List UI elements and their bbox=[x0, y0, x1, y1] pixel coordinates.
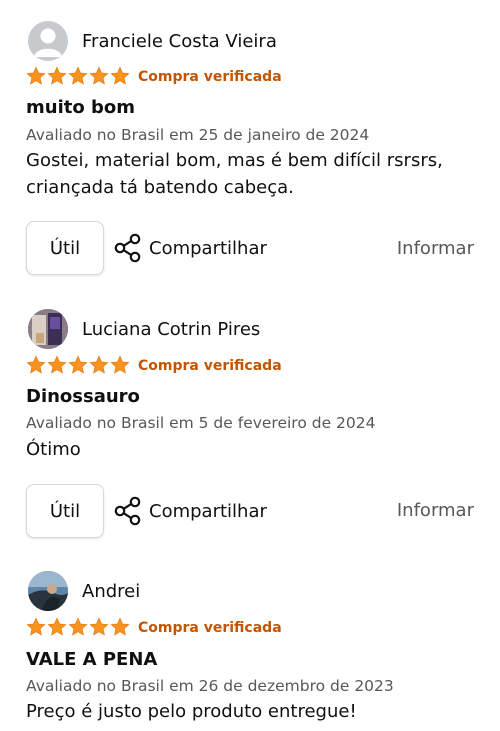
review-text: Preço é justo pelo produto entregue! bbox=[26, 701, 357, 722]
share-button[interactable]: Compartilhar bbox=[114, 228, 267, 268]
helpful-button[interactable]: Útil bbox=[26, 484, 104, 538]
review-date: Avaliado no Brasil em 25 de janeiro de 2… bbox=[26, 126, 370, 144]
verified-purchase-badge: Compra verificada bbox=[138, 620, 282, 636]
profile-photo-icon bbox=[28, 571, 68, 611]
star-icon bbox=[110, 66, 130, 85]
report-link[interactable]: Informar bbox=[397, 238, 474, 259]
report-link[interactable]: Informar bbox=[397, 500, 474, 521]
star-icon bbox=[68, 355, 88, 374]
reviewer-avatar[interactable] bbox=[28, 309, 68, 349]
reviewer-avatar[interactable] bbox=[28, 571, 68, 611]
review-title: Dinossauro bbox=[26, 386, 140, 407]
star-icon bbox=[26, 66, 46, 85]
review-text: Ótimo bbox=[26, 439, 81, 460]
user-silhouette-icon bbox=[34, 28, 62, 57]
star-icon bbox=[47, 355, 67, 374]
reviewer-name[interactable]: Andrei bbox=[82, 581, 140, 602]
star-icon bbox=[89, 355, 109, 374]
review-date: Avaliado no Brasil em 5 de fevereiro de … bbox=[26, 414, 376, 432]
star-rating bbox=[26, 66, 130, 86]
star-icon bbox=[68, 66, 88, 85]
review-date: Avaliado no Brasil em 26 de dezembro de … bbox=[26, 677, 394, 695]
share-button[interactable]: Compartilhar bbox=[114, 491, 267, 531]
star-icon bbox=[47, 66, 67, 85]
share-icon bbox=[114, 496, 141, 526]
star-rating bbox=[26, 355, 130, 375]
share-label: Compartilhar bbox=[149, 500, 267, 522]
share-icon bbox=[114, 233, 141, 263]
star-icon bbox=[89, 617, 109, 636]
star-icon bbox=[68, 617, 88, 636]
star-icon bbox=[110, 617, 130, 636]
verified-purchase-badge: Compra verificada bbox=[138, 69, 282, 85]
review-title: muito bom bbox=[26, 97, 135, 118]
reviewer-name[interactable]: Luciana Cotrin Pires bbox=[82, 319, 260, 340]
reviewer-name[interactable]: Franciele Costa Vieira bbox=[82, 31, 277, 52]
star-icon bbox=[26, 355, 46, 374]
star-icon bbox=[89, 66, 109, 85]
review-text: Gostei, material bom, mas é bem difícil … bbox=[26, 150, 443, 198]
default-avatar[interactable] bbox=[28, 21, 68, 61]
share-label: Compartilhar bbox=[149, 237, 267, 259]
star-rating bbox=[26, 617, 130, 637]
profile-photo-icon bbox=[28, 309, 68, 349]
star-icon bbox=[110, 355, 130, 374]
helpful-button[interactable]: Útil bbox=[26, 221, 104, 275]
star-icon bbox=[26, 617, 46, 636]
star-icon bbox=[47, 617, 67, 636]
verified-purchase-badge: Compra verificada bbox=[138, 358, 282, 374]
review-title: VALE A PENA bbox=[26, 649, 158, 670]
